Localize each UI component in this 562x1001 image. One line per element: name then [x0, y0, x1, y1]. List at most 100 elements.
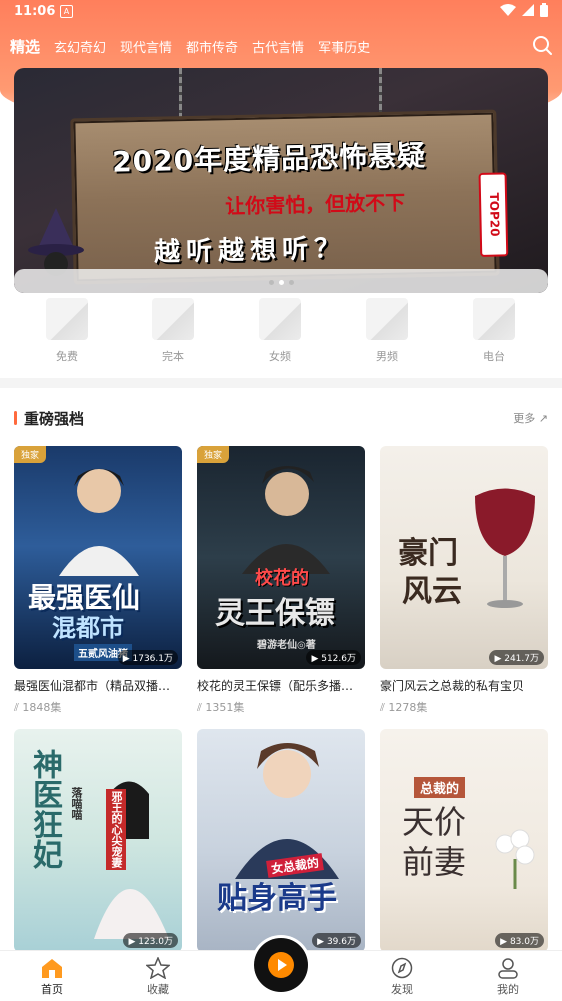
book-card[interactable]: 女总裁的 贴身高手 ▶ 39.6万: [197, 729, 365, 952]
banner-top20-badge: TOP20: [478, 172, 509, 257]
play-count: ▶ 512.6万: [306, 650, 361, 665]
play-count: ▶ 1736.1万: [117, 650, 178, 665]
category-label: 电台: [483, 350, 505, 363]
banner-chain: [179, 68, 182, 118]
book-card[interactable]: 豪门 风云 ▶ 241.7万 豪门风云之总裁的私有宝贝 ⫽ 1278集: [380, 446, 548, 715]
notification-icon: A: [60, 5, 73, 18]
nav-profile[interactable]: 我的: [473, 957, 543, 997]
tab-modern-romance[interactable]: 现代言情: [120, 37, 172, 56]
book-card[interactable]: 校花的 灵王保镖 碧游老仙◎著 独家 ▶ 512.6万 校花的灵王保镖（配乐多播…: [197, 446, 365, 715]
cover-title: 神医狂妃: [27, 749, 62, 869]
cover-title-2: 风云: [402, 574, 462, 609]
tab-ancient-romance[interactable]: 古代言情: [252, 37, 304, 56]
category-label: 女频: [269, 350, 291, 363]
category-tabs: 精选 玄幻奇幻 现代言情 都市传奇 古代言情 军事历史: [10, 36, 370, 57]
banner-board: 2020年度精品恐怖悬疑 让你害怕，但放不下 越听越想听？ TOP20: [70, 109, 509, 285]
book-cover: 总裁的 天价 前妻 ▶ 83.0万: [380, 729, 548, 952]
banner-title: 2020年度精品恐怖悬疑: [111, 139, 427, 179]
book-cover: 豪门 风云 ▶ 241.7万: [380, 446, 548, 669]
promo-banner[interactable]: 2020年度精品恐怖悬疑 让你害怕，但放不下 越听越想听？ TOP20: [14, 68, 548, 293]
tab-military-history[interactable]: 军事历史: [318, 37, 370, 56]
now-playing-button[interactable]: [254, 938, 308, 992]
book-cover: 最强医仙 混都市 五贰风油猪 独家 ▶ 1736.1万: [14, 446, 182, 669]
cover-figure: [235, 743, 339, 879]
book-cover: 女总裁的 贴身高手 ▶ 39.6万: [197, 729, 365, 952]
cover-author: 碧游老仙◎著: [257, 640, 316, 651]
cover-title-2: 前妻: [402, 843, 467, 881]
category-image: [46, 298, 88, 340]
category-image: [473, 298, 515, 340]
category-label: 完本: [162, 350, 184, 363]
pagination-dot[interactable]: [288, 280, 294, 285]
category-female[interactable]: 女频: [240, 298, 320, 364]
nav-favorites[interactable]: 收藏: [123, 957, 193, 997]
category-free[interactable]: 免费: [27, 298, 107, 364]
section-divider: [0, 378, 562, 388]
book-title: 豪门风云之总裁的私有宝贝: [380, 679, 525, 693]
banner-tagline: 越听越想听？: [153, 233, 347, 268]
nav-label: 发现: [391, 983, 413, 996]
category-label: 免费: [56, 350, 78, 363]
nav-label: 收藏: [147, 983, 169, 996]
arrow-right-icon: ↗: [538, 412, 548, 425]
quick-categories: 免费 完本 女频 男频 电台: [0, 298, 562, 368]
cover-title-2: 灵王保镖: [215, 596, 335, 631]
episodes-icon: ⫽: [380, 701, 385, 714]
cover-author: 落喵喵: [70, 787, 83, 820]
banner-chain: [379, 68, 382, 118]
witch-hat-icon: [28, 208, 84, 276]
status-icons: [500, 3, 548, 17]
banner-pagination: [14, 280, 548, 285]
cover-figure: [242, 466, 330, 574]
tab-fantasy[interactable]: 玄幻奇幻: [54, 37, 106, 56]
nav-label: 我的: [497, 983, 519, 996]
battery-icon: [540, 3, 548, 17]
pagination-dot-active[interactable]: [278, 280, 284, 285]
play-count: ▶ 241.7万: [489, 650, 544, 665]
category-male[interactable]: 男频: [347, 298, 427, 364]
episodes-icon: ⫽: [197, 701, 202, 714]
book-cover: 神医狂妃 邪王的心尖宠妻 落喵喵 ▶ 123.0万: [14, 729, 182, 952]
category-image: [259, 298, 301, 340]
signal-icon: [522, 4, 534, 16]
home-icon: [42, 959, 62, 978]
wifi-icon: [500, 4, 516, 16]
episode-count: ⫽ 1278集: [380, 701, 428, 714]
cover-title-2: 混都市: [52, 614, 124, 642]
book-card[interactable]: 总裁的 天价 前妻 ▶ 83.0万: [380, 729, 548, 952]
nav-discover[interactable]: 发现: [367, 957, 437, 997]
banner-subtitle: 让你害怕，但放不下: [224, 190, 406, 219]
book-cover: 校花的 灵王保镖 碧游老仙◎著 独家 ▶ 512.6万: [197, 446, 365, 669]
search-icon[interactable]: [532, 35, 552, 55]
play-count: ▶ 83.0万: [495, 933, 544, 948]
book-card[interactable]: 最强医仙 混都市 五贰风油猪 独家 ▶ 1736.1万 最强医仙混都市（精品双播…: [14, 446, 182, 715]
category-image: [152, 298, 194, 340]
tab-featured[interactable]: 精选: [10, 36, 40, 57]
compass-icon: [391, 957, 413, 979]
cover-figure: [59, 468, 139, 576]
play-count: ▶ 39.6万: [312, 933, 361, 948]
exclusive-badge: 独家: [14, 446, 47, 463]
book-title: 校花的灵王保镖（配乐多播…: [197, 679, 354, 693]
exclusive-badge: 独家: [197, 446, 230, 463]
tab-urban[interactable]: 都市传奇: [186, 37, 238, 56]
user-icon: [498, 958, 518, 979]
category-image: [366, 298, 408, 340]
status-time: 11:06: [14, 4, 56, 19]
cover-title: 贴身高手: [217, 881, 337, 916]
flower-bouquet-icon: [495, 829, 535, 889]
play-count: ▶ 123.0万: [123, 933, 178, 948]
category-complete[interactable]: 完本: [133, 298, 213, 364]
section-title: 重磅强档: [14, 408, 84, 429]
book-title: 最强医仙混都市（精品双播…: [14, 679, 171, 693]
pagination-dot[interactable]: [268, 280, 274, 285]
more-link[interactable]: 更多 ↗: [513, 410, 548, 426]
nav-home[interactable]: 首页: [17, 957, 87, 997]
more-label: 更多: [513, 412, 536, 425]
cover-title: 校花的: [255, 568, 309, 589]
book-card[interactable]: 神医狂妃 邪王的心尖宠妻 落喵喵 ▶ 123.0万: [14, 729, 182, 952]
cover-author: 总裁的: [414, 777, 466, 798]
category-label: 男频: [376, 350, 398, 363]
category-radio[interactable]: 电台: [454, 298, 534, 364]
episodes-icon: ⫽: [14, 701, 19, 714]
